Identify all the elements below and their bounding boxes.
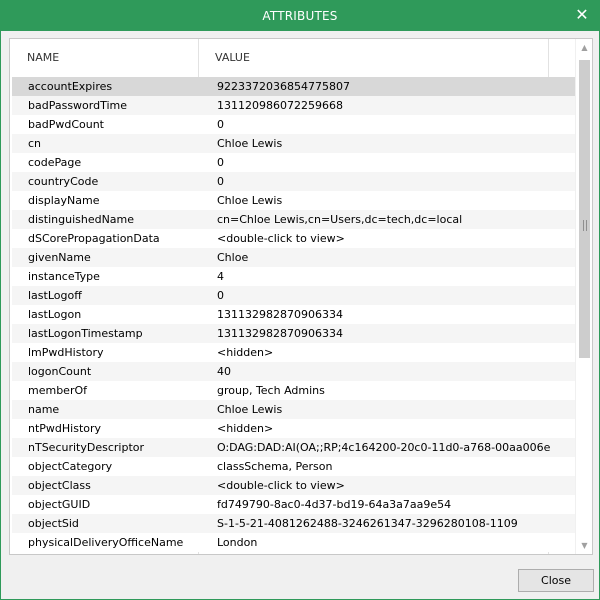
attribute-name: objectSid bbox=[28, 517, 79, 530]
table-row[interactable]: lmPwdHistory <hidden> bbox=[12, 343, 576, 362]
attribute-value: 0 bbox=[217, 156, 224, 169]
table-row[interactable]: objectGUID fd749790-8ac0-4d37-bd19-64a3a7… bbox=[12, 495, 576, 514]
attribute-name: objectClass bbox=[28, 479, 91, 492]
attribute-name: physicalDeliveryOfficeName bbox=[28, 536, 184, 549]
table-row[interactable]: displayName Chloe Lewis bbox=[12, 191, 576, 210]
table-row[interactable]: ntPwdHistory <hidden> bbox=[12, 419, 576, 438]
attribute-name: accountExpires bbox=[28, 80, 113, 93]
title-bar: ATTRIBUTES ✕ bbox=[1, 1, 599, 31]
table-row[interactable]: distinguishedName cn=Chloe Lewis,cn=Users… bbox=[12, 210, 576, 229]
attribute-name: name bbox=[28, 403, 60, 416]
table-body: accountExpires 9223372036854775807 badPass… bbox=[12, 77, 576, 554]
attribute-value: <hidden> bbox=[217, 346, 274, 359]
attribute-name: givenName bbox=[28, 251, 91, 264]
table-row[interactable]: lastLogon 131132982870906334 bbox=[12, 305, 576, 324]
attribute-name: displayName bbox=[28, 194, 100, 207]
attribute-name: lastLogonTimestamp bbox=[28, 327, 143, 340]
attribute-name: badPasswordTime bbox=[28, 99, 128, 112]
attribute-value: 131132982870906334 bbox=[217, 327, 343, 340]
table-row[interactable]: accountExpires 9223372036854775807 bbox=[12, 77, 576, 96]
table-row[interactable]: lastLogoff 0 bbox=[12, 286, 576, 305]
attribute-value: 9223372036854775807 bbox=[217, 80, 350, 93]
table-header: NAME VALUE bbox=[10, 39, 576, 77]
table-row[interactable]: badPwdCount 0 bbox=[12, 115, 576, 134]
attribute-name: objectGUID bbox=[28, 498, 91, 511]
table-row[interactable]: givenName Chloe bbox=[12, 248, 576, 267]
scroll-down-arrow-icon[interactable]: ▼ bbox=[576, 537, 592, 554]
dialog-footer: Close bbox=[1, 561, 599, 599]
attribute-value: Chloe Lewis bbox=[217, 137, 283, 150]
attribute-value: London bbox=[217, 536, 258, 549]
attribute-value: 4 bbox=[217, 270, 224, 283]
close-icon[interactable]: ✕ bbox=[571, 4, 593, 26]
column-header-value[interactable]: VALUE bbox=[215, 39, 250, 77]
table-row[interactable]: cn Chloe Lewis bbox=[12, 134, 576, 153]
attributes-table: NAME VALUE accountExpires 922337203685477… bbox=[9, 38, 593, 555]
attribute-value: fd749790-8ac0-4d37-bd19-64a3a7aa9e54 bbox=[217, 498, 452, 511]
attribute-value: Chloe Lewis bbox=[217, 403, 283, 416]
table-row[interactable]: physicalDeliveryOfficeName London bbox=[12, 533, 576, 552]
table-row[interactable]: name Chloe Lewis bbox=[12, 400, 576, 419]
attribute-name: nTSecurityDescriptor bbox=[28, 441, 145, 454]
scroll-up-arrow-icon[interactable]: ▲ bbox=[576, 39, 592, 56]
table-row[interactable]: memberOf group, Tech Admins bbox=[12, 381, 576, 400]
attribute-name: logonCount bbox=[28, 365, 92, 378]
attributes-dialog: ATTRIBUTES ✕ NAME VALUE accountExpires 92… bbox=[0, 0, 600, 600]
table-row[interactable]: objectClass <double-click to view> bbox=[12, 476, 576, 495]
attribute-value: 131132982870906334 bbox=[217, 308, 343, 321]
attribute-value: 0 bbox=[217, 289, 224, 302]
table-row[interactable]: nTSecurityDescriptor O:DAG:DAD:AI(OA;;RP;… bbox=[12, 438, 576, 457]
scrollbar-thumb[interactable] bbox=[579, 60, 590, 358]
table-row[interactable]: badPasswordTime 131120986072259668 bbox=[12, 96, 576, 115]
attribute-name: distinguishedName bbox=[28, 213, 135, 226]
grip-icon bbox=[583, 220, 587, 231]
table-row[interactable]: objectSid S-1-5-21-4081262488-3246261347-… bbox=[12, 514, 576, 533]
attribute-value: group, Tech Admins bbox=[217, 384, 325, 397]
attribute-name: lmPwdHistory bbox=[28, 346, 104, 359]
attribute-name: lastLogoff bbox=[28, 289, 82, 302]
attribute-name: badPwdCount bbox=[28, 118, 104, 131]
attribute-name: objectCategory bbox=[28, 460, 113, 473]
attribute-value: O:DAG:DAD:AI(OA;;RP;4c164200-20c0-11d0-a… bbox=[217, 441, 551, 454]
table-row[interactable]: countryCode 0 bbox=[12, 172, 576, 191]
dialog-title: ATTRIBUTES bbox=[262, 9, 338, 23]
attribute-value: <double-click to view> bbox=[217, 232, 345, 245]
attribute-name: codePage bbox=[28, 156, 82, 169]
attribute-value: Chloe bbox=[217, 251, 249, 264]
attribute-name: lastLogon bbox=[28, 308, 82, 321]
attribute-value: S-1-5-21-4081262488-3246261347-329628010… bbox=[217, 517, 518, 530]
attribute-value: cn=Chloe Lewis,cn=Users,dc=tech,dc=local bbox=[217, 213, 463, 226]
attribute-value: 0 bbox=[217, 175, 224, 188]
attribute-name: ntPwdHistory bbox=[28, 422, 102, 435]
attribute-name: dSCorePropagationData bbox=[28, 232, 160, 245]
attribute-value: 131120986072259668 bbox=[217, 99, 343, 112]
attribute-name: instanceType bbox=[28, 270, 100, 283]
attribute-name: cn bbox=[28, 137, 42, 150]
table-row[interactable]: codePage 0 bbox=[12, 153, 576, 172]
column-header-name[interactable]: NAME bbox=[27, 39, 59, 77]
table-row[interactable]: instanceType 4 bbox=[12, 267, 576, 286]
attribute-value: 40 bbox=[217, 365, 231, 378]
attribute-value: Chloe Lewis bbox=[217, 194, 283, 207]
attribute-name: memberOf bbox=[28, 384, 88, 397]
attribute-value: classSchema, Person bbox=[217, 460, 333, 473]
attribute-value: 0 bbox=[217, 118, 224, 131]
attribute-value: <double-click to view> bbox=[217, 479, 345, 492]
table-row[interactable]: objectCategory classSchema, Person bbox=[12, 457, 576, 476]
table-row[interactable]: dSCorePropagationData <double-click to vi… bbox=[12, 229, 576, 248]
vertical-scrollbar[interactable]: ▲ ▼ bbox=[575, 39, 592, 554]
close-button[interactable]: Close bbox=[518, 569, 594, 592]
attribute-value: <hidden> bbox=[217, 422, 274, 435]
table-row[interactable]: lastLogonTimestamp 131132982870906334 bbox=[12, 324, 576, 343]
attribute-name: countryCode bbox=[28, 175, 99, 188]
table-row[interactable]: logonCount 40 bbox=[12, 362, 576, 381]
